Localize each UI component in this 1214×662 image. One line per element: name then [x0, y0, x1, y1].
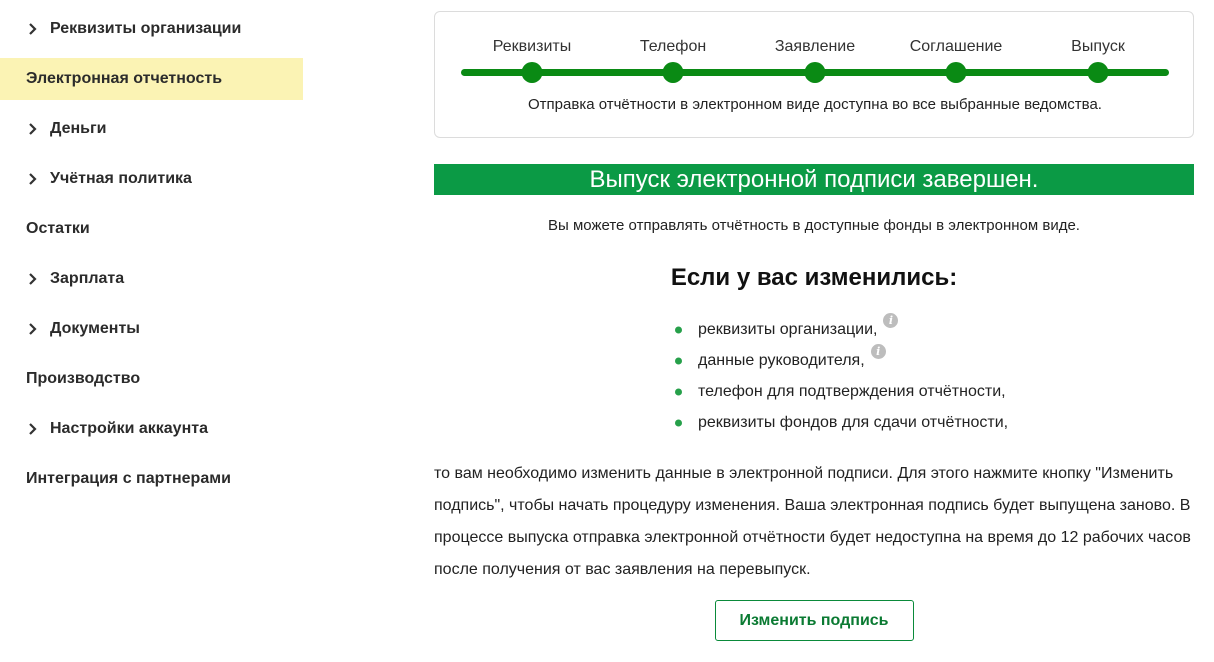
sidebar-item-label: Зарплата [50, 270, 125, 287]
chevron-right-icon [28, 323, 50, 335]
sidebar-item-label: Учётная политика [50, 170, 192, 187]
chevron-right-icon [28, 423, 50, 435]
sidebar-item-production[interactable]: Производство [0, 358, 303, 400]
sidebar-item-label: Настройки аккаунта [50, 420, 208, 437]
sidebar-item-label: Реквизиты организации [50, 20, 242, 37]
list-item: реквизиты фондов для сдачи отчётности, [675, 407, 1194, 438]
sidebar-item-label: Производство [26, 370, 141, 387]
step-label-details: Реквизиты [492, 38, 572, 55]
bullet-icon [675, 326, 682, 333]
sidebar-item-balances[interactable]: Остатки [0, 208, 303, 250]
sidebar-item-money[interactable]: Деньги [0, 108, 303, 150]
step-dot-agreement [945, 62, 967, 83]
changes-list: реквизиты организации, i данные руководи… [675, 313, 1194, 438]
bullet-icon [675, 357, 682, 364]
step-dot-details [521, 62, 543, 83]
step-label-application: Заявление [774, 38, 856, 55]
change-signature-button[interactable]: Изменить подпись [714, 600, 914, 641]
list-item: телефон для подтверждения отчётности, [675, 376, 1194, 407]
instructions-paragraph: то вам необходимо изменить данные в элек… [434, 465, 1191, 578]
sidebar-item-organization-details[interactable]: Реквизиты организации [0, 8, 303, 50]
sidebar-item-label: Электронная отчетность [26, 70, 223, 87]
step-dot-application [804, 62, 826, 83]
sidebar-nav: Реквизиты организации Электронная отчетн… [0, 8, 303, 508]
chevron-right-icon [28, 273, 50, 285]
sidebar-item-electronic-reporting[interactable]: Электронная отчетность [0, 58, 303, 100]
step-label-issue: Выпуск [1071, 38, 1125, 55]
sidebar-item-partner-integration[interactable]: Интеграция с партнерами [0, 458, 303, 500]
bullet-icon [675, 388, 682, 395]
sidebar-item-label: Документы [50, 320, 140, 337]
chevron-right-icon [28, 173, 50, 185]
sidebar-item-account-settings[interactable]: Настройки аккаунта [0, 408, 303, 450]
sidebar-item-accounting-policy[interactable]: Учётная политика [0, 158, 303, 200]
success-subtitle: Вы можете отправлять отчётность в доступ… [548, 217, 1080, 234]
step-dot-phone [662, 62, 684, 83]
step-label-phone: Телефон [639, 38, 707, 55]
bullet-icon [675, 419, 682, 426]
sidebar-item-label: Остатки [26, 220, 90, 237]
main-content: Реквизиты Телефон Заявление Соглашение В… [434, 11, 1194, 641]
info-icon[interactable]: i [870, 344, 886, 359]
list-item-text: реквизиты фондов для сдачи отчётности, [698, 413, 1009, 431]
changes-title: Если у вас изменились: [670, 264, 958, 291]
sidebar-item-label: Интеграция с партнерами [26, 470, 231, 487]
sidebar-item-label: Деньги [50, 120, 107, 137]
stepper-note: Отправка отчётности в электронном виде д… [528, 96, 1102, 113]
sidebar-item-salary[interactable]: Зарплата [0, 258, 303, 300]
list-item-text: телефон для подтверждения отчётности, [698, 382, 1006, 400]
chevron-right-icon [28, 23, 50, 35]
progress-stepper: Реквизиты Телефон Заявление Соглашение В… [434, 11, 1194, 138]
step-dot-issue [1087, 62, 1109, 83]
chevron-right-icon [28, 123, 50, 135]
list-item-text: реквизиты организации, [698, 320, 878, 338]
step-label-agreement: Соглашение [909, 38, 1003, 55]
success-banner: Выпуск электронной подписи завершен. [434, 164, 1194, 195]
list-item-text: данные руководителя, [698, 351, 865, 369]
sidebar-item-documents[interactable]: Документы [0, 308, 303, 350]
list-item: реквизиты организации, i [675, 313, 1194, 345]
info-icon[interactable]: i [883, 313, 899, 328]
list-item: данные руководителя, i [675, 344, 1194, 376]
button-container: Изменить подпись [434, 600, 1194, 641]
